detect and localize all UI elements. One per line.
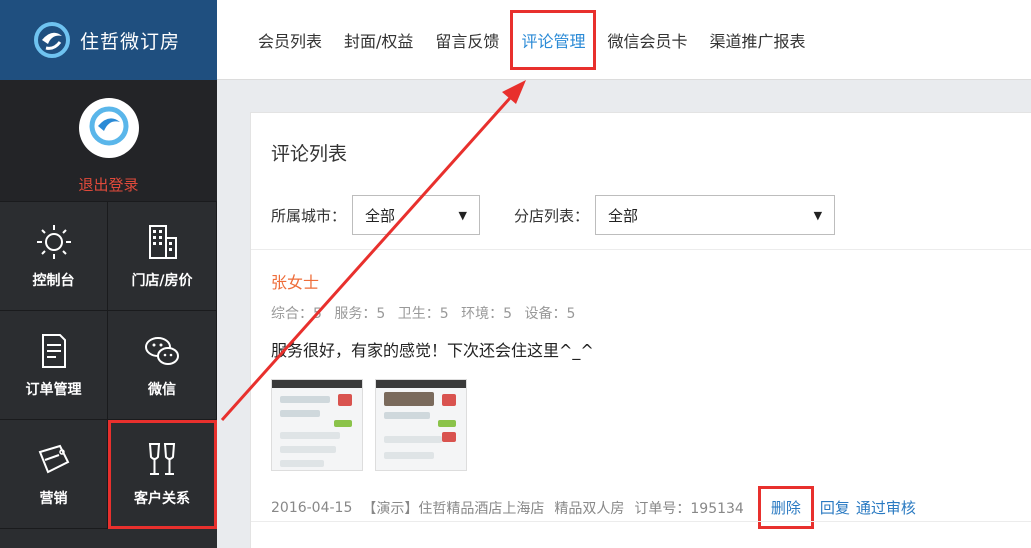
wechat-icon — [145, 337, 179, 365]
divider — [251, 249, 1031, 250]
city-label: 所属城市： — [271, 206, 347, 225]
nav-tile-marketing[interactable]: 营销 — [0, 420, 108, 529]
score-hygiene: 卫生：5 — [397, 306, 449, 322]
nav-tile-customer-relations[interactable]: 客户关系 — [108, 420, 217, 529]
nav-label: 门店/房价 — [131, 273, 193, 289]
logout-link[interactable]: 退出登录 — [78, 174, 138, 195]
review-hotel: 【演示】住哲精品酒店上海店 — [362, 500, 545, 517]
nav-tile-stores[interactable]: 门店/房价 — [108, 202, 217, 311]
score-service: 服务：5 — [334, 306, 386, 322]
nav-tile-orders[interactable]: 订单管理 — [0, 311, 108, 420]
tab-member-list[interactable]: 会员列表 — [247, 10, 333, 70]
brand-name: 住哲微订房 — [80, 30, 181, 53]
nav-tile-dashboard[interactable]: 控制台 — [0, 202, 108, 311]
nav-label: 控制台 — [32, 273, 75, 289]
reply-button[interactable]: 回复 — [820, 497, 850, 518]
tabs: 会员列表 封面/权益 留言反馈 评论管理 微信会员卡 渠道推广报表 — [247, 0, 816, 80]
document-icon — [41, 334, 66, 368]
review-comment: 服务很好，有家的感觉！下次还会住这里^_^ — [271, 341, 594, 360]
tab-channel-report[interactable]: 渠道推广报表 — [698, 10, 816, 70]
score-list: 综合：5 服务：5 卫生：5 环境：5 设备：5 — [271, 303, 1011, 323]
avatar[interactable] — [78, 98, 139, 158]
tab-wechat-member-card[interactable]: 微信会员卡 — [596, 10, 698, 70]
delete-button[interactable]: 删除 — [757, 486, 814, 529]
score-facilities: 设备：5 — [524, 306, 576, 322]
filter-row: 所属城市： 全部 ▼ 分店列表： 全部 ▼ — [271, 195, 836, 235]
branch-select[interactable]: 全部 ▼ — [595, 195, 836, 235]
nav-label: 订单管理 — [25, 382, 82, 398]
nav-tile-wechat[interactable]: 微信 — [108, 311, 217, 420]
review-order-number: 订单号：195134 — [634, 500, 744, 517]
review-meta-row: 2016-04-15 【演示】住哲精品酒店上海店 精品双人房 订单号：19513… — [271, 486, 916, 529]
tab-cover-benefits[interactable]: 封面/权益 — [333, 10, 424, 70]
divider — [251, 521, 1031, 522]
top-tab-bar: 会员列表 封面/权益 留言反馈 评论管理 微信会员卡 渠道推广报表 — [217, 0, 1031, 80]
brand-header: 住哲微订房 — [0, 0, 217, 80]
review-item: 张女士 综合：5 服务：5 卫生：5 环境：5 设备：5 服务很好，有家的感觉！… — [271, 269, 1011, 471]
branch-select-value: 全部 — [608, 206, 639, 225]
tab-feedback[interactable]: 留言反馈 — [424, 10, 510, 70]
review-image-thumb[interactable] — [271, 379, 363, 471]
nav-label: 营销 — [39, 491, 68, 507]
nav-label: 客户关系 — [134, 491, 190, 507]
city-select-value: 全部 — [365, 206, 396, 225]
review-image-thumb[interactable] — [375, 379, 467, 471]
sun-icon — [36, 225, 71, 259]
nav-label: 微信 — [148, 382, 176, 398]
caret-down-icon: ▼ — [813, 208, 823, 222]
panel-title: 评论列表 — [271, 143, 348, 165]
sale-tag-icon — [38, 444, 69, 474]
review-room: 精品双人房 — [554, 500, 625, 517]
review-images — [271, 379, 1011, 471]
wine-glasses-icon — [148, 443, 176, 475]
review-panel: 评论列表 所属城市： 全部 ▼ 分店列表： 全部 ▼ 张女士 综合：5 服务：5… — [250, 112, 1031, 548]
score-environment: 环境：5 — [461, 306, 513, 322]
caret-down-icon: ▼ — [458, 208, 468, 222]
brand-logo-icon — [34, 22, 70, 58]
tab-review-management[interactable]: 评论管理 — [510, 10, 597, 70]
review-date: 2016-04-15 — [271, 499, 353, 516]
approve-button[interactable]: 通过审核 — [856, 497, 916, 518]
score-overall: 综合：5 — [271, 306, 322, 322]
reviewer-name: 张女士 — [271, 273, 320, 292]
user-block: 退出登录 — [0, 80, 217, 202]
city-select[interactable]: 全部 ▼ — [352, 195, 481, 235]
nav-grid: 控制台 门店/房价 订单管理 微信 营销 客户关系 — [0, 202, 217, 529]
avatar-logo-icon — [89, 106, 128, 146]
sidebar: 住哲微订房 退出登录 控制台 门店/房价 订单管理 微信 营销 客户关系 — [0, 0, 217, 548]
building-icon — [149, 225, 177, 259]
branch-label: 分店列表： — [514, 206, 590, 225]
